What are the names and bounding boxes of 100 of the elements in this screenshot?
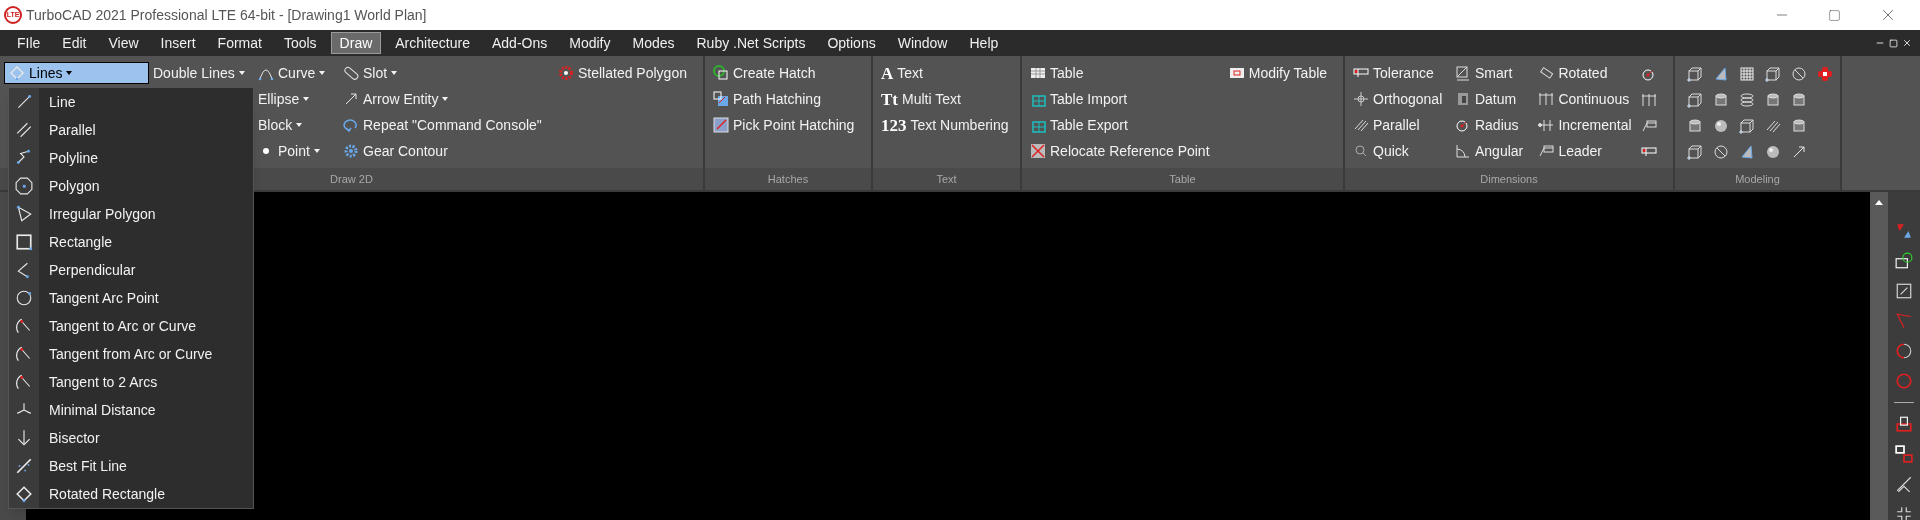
ribbon-button[interactable]: Table Import (1026, 88, 1225, 110)
arc-icon (15, 345, 33, 363)
toolbar-button[interactable] (1791, 144, 1807, 160)
menu-item[interactable]: Irregular Polygon (9, 200, 253, 228)
toolbar-button[interactable] (1895, 415, 1913, 433)
menu-item[interactable]: Add-Ons (484, 32, 556, 54)
toolbar-button[interactable] (1713, 118, 1729, 134)
cube-icon (1765, 66, 1781, 82)
polyline-icon (15, 149, 33, 167)
ribbon-button[interactable]: Angular (1450, 140, 1535, 162)
menu-item[interactable]: Window (889, 32, 956, 54)
ribbon-button[interactable]: Curve (254, 62, 339, 84)
menu-item[interactable]: Tangent from Arc or Curve (9, 340, 253, 368)
toolbar-button[interactable] (1641, 66, 1657, 82)
ribbon-button[interactable]: Tolerance (1349, 62, 1451, 84)
toolbar-button[interactable] (1895, 342, 1913, 360)
menu-item[interactable]: Ruby .Net Scripts (688, 32, 814, 54)
ribbon-button[interactable]: Rotated (1534, 62, 1641, 84)
ribbon-button[interactable]: Table Export (1026, 114, 1225, 136)
arc-icon (15, 373, 33, 391)
toolbar-button[interactable] (1713, 92, 1729, 108)
line-icon (15, 93, 33, 111)
ribbon-button[interactable]: Orthogonal (1349, 88, 1451, 110)
ribbon-button[interactable]: A Text (877, 62, 1016, 84)
toolbar-button[interactable] (1895, 252, 1913, 270)
parallel-lines-icon (1765, 118, 1781, 134)
menu-item[interactable]: Minimal Distance (9, 396, 253, 424)
menu-item[interactable]: Format (209, 32, 270, 54)
caret-icon (303, 97, 310, 101)
menu-item[interactable]: Architecture (387, 32, 478, 54)
menu-item[interactable]: Tangent to 2 Arcs (9, 368, 253, 396)
ribbon-button[interactable]: Datum (1450, 88, 1535, 110)
menu-item[interactable]: Draw (330, 32, 382, 54)
menu-item[interactable]: Edit (54, 32, 95, 54)
ribbon-button[interactable]: Leader (1534, 140, 1641, 162)
ribbon-button[interactable]: Radius (1450, 114, 1535, 136)
scroll-bar[interactable] (1870, 192, 1888, 520)
menu-item[interactable]: Tools (275, 32, 325, 54)
menu-item[interactable]: Parallel (9, 116, 253, 144)
magnifier-icon (1353, 143, 1369, 159)
ribbon-button[interactable]: Parallel (1349, 114, 1451, 136)
menu-item[interactable]: Modes (624, 32, 683, 54)
ribbon-button[interactable]: Pick Point Hatching (709, 114, 867, 136)
ribbon-button[interactable]: Slot (339, 62, 554, 84)
menu-item[interactable]: Perpendicular (9, 256, 253, 284)
angle-icon (1454, 143, 1471, 159)
caret-icon (319, 71, 326, 75)
toolbar-button[interactable] (1791, 92, 1807, 108)
close-icon[interactable] (1902, 38, 1912, 48)
ribbon-button[interactable]: Modify Table (1224, 62, 1339, 84)
toolbar-button[interactable] (1895, 222, 1913, 240)
toolbar-button[interactable] (1895, 445, 1913, 463)
arc-icon (1895, 342, 1913, 360)
toolbar-button[interactable] (1765, 118, 1781, 134)
toolbar-button[interactable] (1817, 66, 1833, 82)
menu-item[interactable]: Bisector (9, 424, 253, 452)
ribbon-button[interactable]: Repeat "Command Console" (339, 114, 554, 136)
ribbon-button[interactable]: Relocate Reference Point (1026, 140, 1225, 162)
cone-icon (1739, 144, 1755, 160)
scroll-up-icon[interactable] (1875, 200, 1883, 205)
menu-item[interactable]: View (100, 32, 147, 54)
ribbon-button[interactable]: Double Lines (149, 62, 254, 84)
ribbon-button[interactable]: Incremental (1534, 114, 1641, 136)
grid-icon (1739, 66, 1755, 82)
menu-item[interactable]: Tangent to Arc or Curve (9, 312, 253, 340)
toolbar-button[interactable] (1765, 92, 1781, 108)
ribbon-button[interactable]: Tt Multi Text (877, 88, 1016, 110)
menu-item[interactable]: FIle (9, 32, 49, 54)
ribbon-button[interactable]: Ellipse (254, 88, 339, 110)
toolbar-button[interactable] (1739, 92, 1755, 108)
ribbon-button[interactable]: Create Hatch (709, 62, 867, 84)
menu-item[interactable]: Rotated Rectangle (9, 480, 253, 508)
menu-item[interactable]: Options (819, 32, 884, 54)
ribbon-button[interactable]: Quick (1349, 140, 1451, 162)
ribbon-button[interactable]: Stellated Polygon (554, 62, 699, 84)
ribbon-button[interactable]: 123 Text Numbering (877, 114, 1016, 136)
toolbar-button[interactable] (1791, 118, 1807, 134)
ribbon-button[interactable]: Block (254, 114, 339, 136)
ribbon-button[interactable]: Path Hatching (709, 88, 867, 110)
toolbar-button[interactable] (1895, 505, 1913, 520)
parallel-lines-icon (15, 121, 33, 139)
ribbon-button[interactable]: Point (254, 140, 339, 162)
arrow-icon (1791, 144, 1807, 160)
slashed-circle-icon (1713, 144, 1729, 160)
toolbar-button[interactable] (1687, 118, 1703, 134)
table-icon (1030, 65, 1046, 81)
ribbon-button[interactable]: Lines (4, 62, 149, 84)
menu-item[interactable]: Insert (152, 32, 204, 54)
ribbon-button[interactable]: Gear Contour (339, 140, 554, 162)
ribbon-button[interactable]: Arrow Entity (339, 88, 554, 110)
ribbon-button[interactable]: Table (1026, 62, 1225, 84)
menu-item[interactable]: Best Fit Line (9, 452, 253, 480)
toolbar-button[interactable] (1765, 144, 1781, 160)
menu-item[interactable]: Tangent Arc Point (9, 284, 253, 312)
ribbon-button[interactable]: Continuous (1534, 88, 1641, 110)
menu-item[interactable]: Rectangle (9, 228, 253, 256)
menu-item[interactable]: Modify (561, 32, 619, 54)
menu-item[interactable]: Line (9, 88, 253, 116)
ribbon-button[interactable]: Smart (1450, 62, 1535, 84)
menu-item[interactable]: Help (961, 32, 1007, 54)
